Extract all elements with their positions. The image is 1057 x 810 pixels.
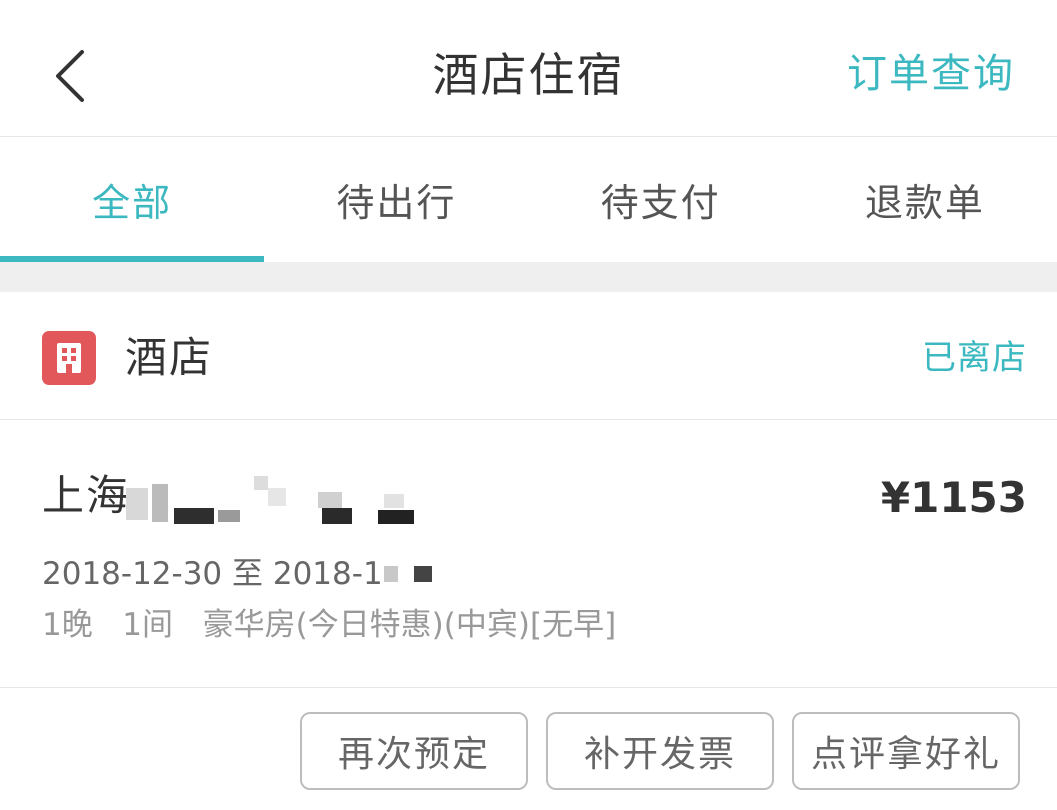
nav-header: 酒店住宿 订单查询	[0, 0, 1057, 137]
hotel-orders-page: 酒店住宿 订单查询 全部 待出行 待支付 退款单 酒店 已离店 上海 ¥1153…	[0, 0, 1057, 810]
tab-refunds[interactable]: 退款单	[793, 137, 1057, 262]
request-invoice-button[interactable]: 补开发票	[546, 712, 774, 790]
hotel-building-icon	[42, 331, 96, 385]
order-status-badge: 已离店	[922, 338, 1027, 378]
tab-all[interactable]: 全部	[0, 137, 265, 262]
section-divider	[0, 262, 1057, 292]
tab-unpaid[interactable]: 待支付	[529, 137, 793, 262]
tab-upcoming[interactable]: 待出行	[264, 137, 528, 262]
order-price: ¥1153	[880, 473, 1027, 522]
rooms-count: 1间	[122, 607, 174, 643]
order-query-link[interactable]: 订单查询	[847, 46, 1015, 102]
chevron-left-icon	[56, 50, 84, 102]
redacted-date	[384, 566, 432, 582]
nights-count: 1晚	[42, 607, 93, 643]
order-tabs: 全部 待出行 待支付 退款单	[0, 137, 1057, 262]
stay-details: 1晚 1间 豪华房(今日特惠)(中宾)[无早]	[42, 603, 616, 647]
redacted-hotel-name	[126, 476, 414, 524]
stay-dates: 2018-12-30 至 2018-1	[42, 556, 383, 592]
order-type-label: 酒店	[125, 333, 214, 382]
review-reward-button[interactable]: 点评拿好礼	[792, 712, 1020, 790]
hotel-name: 上海	[42, 471, 131, 520]
back-button[interactable]	[40, 38, 100, 114]
room-type: 豪华房(今日特惠)(中宾)[无早]	[202, 607, 617, 643]
rebook-button[interactable]: 再次预定	[300, 712, 528, 790]
